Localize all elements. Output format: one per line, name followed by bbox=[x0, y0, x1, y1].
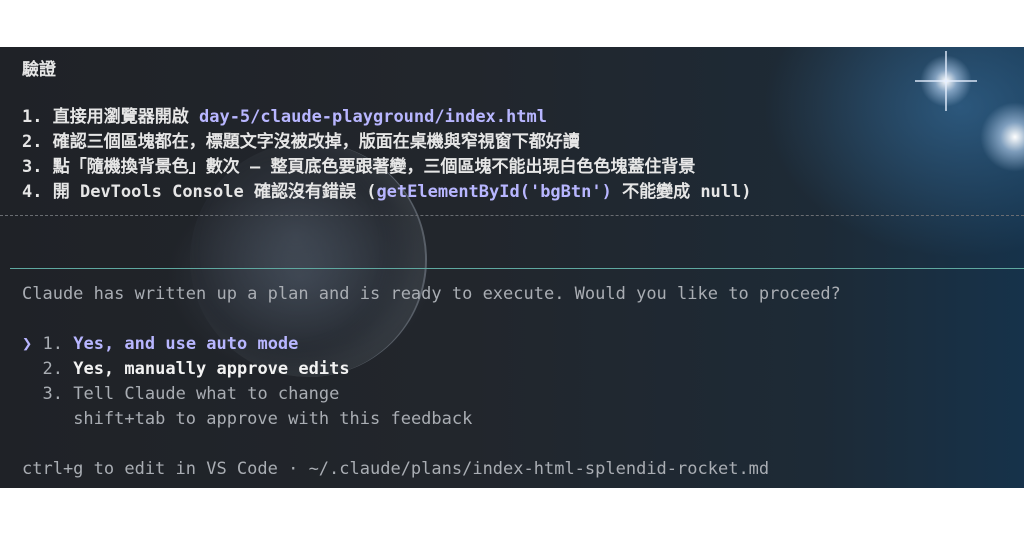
option-label: Yes, and use auto mode bbox=[73, 334, 299, 354]
wallpaper-star bbox=[980, 102, 1024, 172]
option-auto-mode[interactable]: ❯ 1. Yes, and use auto mode bbox=[22, 333, 298, 355]
plan-step-1: 1. 直接用瀏覽器開啟 day-5/claude-playground/inde… bbox=[22, 106, 547, 128]
step-text: 開 DevTools Console 確認沒有錯誤 ( bbox=[52, 182, 377, 202]
selection-caret-icon: ❯ bbox=[22, 334, 33, 354]
step-number: 3. bbox=[22, 157, 43, 177]
step-number: 2. bbox=[22, 132, 43, 152]
step-text: 確認三個區塊都在，標題文字沒被改掉，版面在桌機與窄視窗下都好讀 bbox=[52, 132, 580, 152]
wallpaper-star-flare bbox=[945, 51, 947, 111]
option-number: 3. bbox=[42, 384, 63, 404]
step-text: 不能變成 null) bbox=[611, 182, 752, 202]
option-label: Yes, manually approve edits bbox=[73, 359, 350, 379]
prompt-question: Claude has written up a plan and is read… bbox=[22, 284, 841, 304]
option-manual-approve[interactable]: 2. Yes, manually approve edits bbox=[22, 358, 350, 380]
inline-code: getElementById('bgBtn') bbox=[376, 182, 612, 202]
plan-step-3: 3. 點「隨機換背景色」數次 — 整頁底色要跟著變，三個區塊不能出現白色色塊蓋住… bbox=[22, 156, 695, 178]
plan-step-4: 4. 開 DevTools Console 確認沒有錯誤 (getElement… bbox=[22, 181, 752, 203]
step-number: 4. bbox=[22, 182, 43, 202]
prompt-divider bbox=[10, 268, 1024, 269]
dashed-divider bbox=[0, 215, 1024, 216]
hint-text: shift+tab to approve with this feedback bbox=[73, 409, 473, 429]
option-number: 2. bbox=[42, 359, 63, 379]
step-text: 點「隨機換背景色」數次 — 整頁底色要跟著變，三個區塊不能出現白色色塊蓋住背景 bbox=[52, 157, 696, 177]
step-number: 1. bbox=[22, 107, 43, 127]
plan-step-2: 2. 確認三個區塊都在，標題文字沒被改掉，版面在桌機與窄視窗下都好讀 bbox=[22, 131, 580, 153]
option-label: Tell Claude what to change bbox=[73, 384, 340, 404]
plan-title: 驗證 bbox=[22, 60, 56, 80]
option-tell-claude[interactable]: 3. Tell Claude what to change bbox=[22, 383, 339, 405]
footer-hint: ctrl+g to edit in VS Code · ~/.claude/pl… bbox=[22, 459, 770, 479]
feedback-hint: shift+tab to approve with this feedback bbox=[22, 408, 472, 430]
terminal-window: 驗證 1. 直接用瀏覽器開啟 day-5/claude-playground/i… bbox=[0, 47, 1024, 488]
step-text: 直接用瀏覽器開啟 bbox=[52, 107, 189, 127]
file-path: day-5/claude-playground/index.html bbox=[198, 107, 547, 127]
option-number: 1. bbox=[42, 334, 63, 354]
